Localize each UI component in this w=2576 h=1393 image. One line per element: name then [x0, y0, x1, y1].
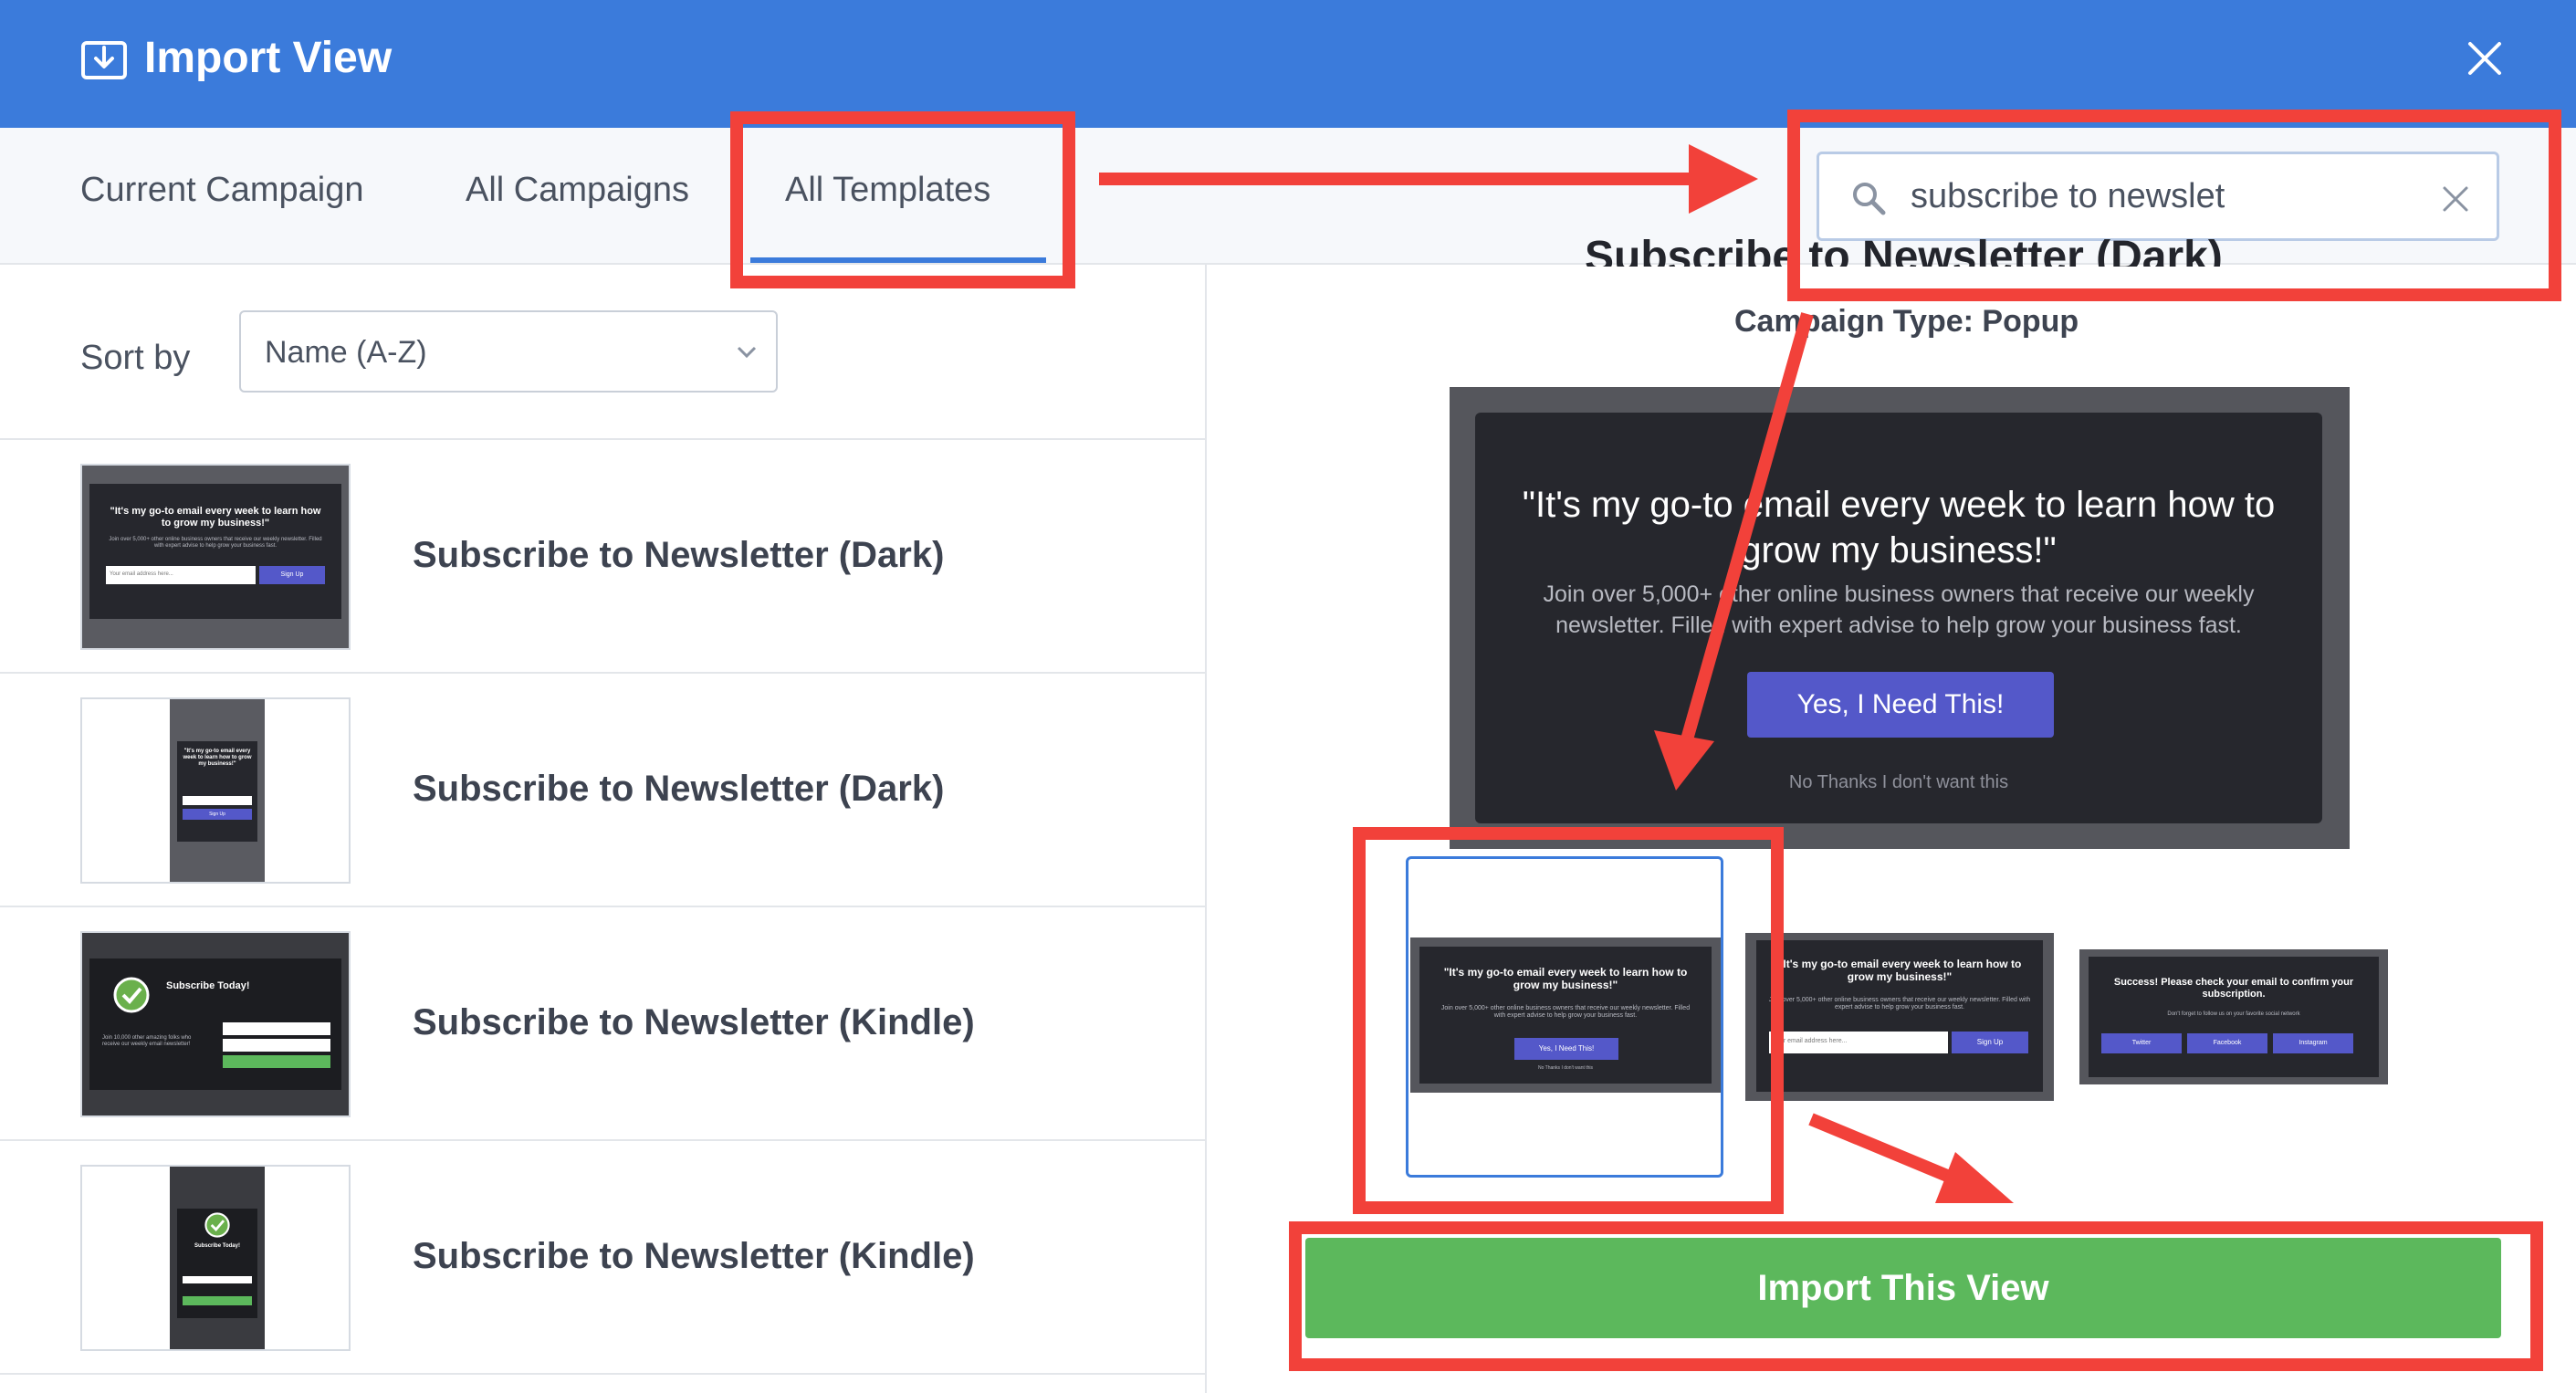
template-name: Subscribe to Newsletter (Kindle) [413, 1002, 975, 1042]
annotation-box [1787, 110, 2561, 301]
preview-no-thanks: No Thanks I don't want this [1788, 772, 2009, 792]
modal-header: Import View [0, 0, 2576, 128]
template-thumbnail: Subscribe Today! [80, 1165, 351, 1351]
preview-popup: "It's my go-to email every week to learn… [1450, 387, 2350, 849]
annotation-box [730, 111, 1075, 288]
template-thumbnail: "It's my go-to email every week to learn… [80, 464, 351, 650]
template-thumbnail: Subscribe Today! Join 10,000 other amazi… [80, 931, 351, 1117]
view-variant-2[interactable]: "It's my go-to email every week to learn… [1745, 933, 2054, 1101]
check-badge-icon [204, 1212, 230, 1238]
template-item[interactable]: "It's my go-to email every week to learn… [0, 440, 1207, 674]
preview-cta-button: Yes, I Need This! [1747, 672, 2054, 738]
close-icon[interactable] [2465, 38, 2505, 79]
sort-select[interactable]: Name (A-Z) [239, 310, 778, 393]
preview-quote: "It's my go-to email every week to learn… [1522, 485, 2276, 571]
template-name: Subscribe to Newsletter (Dark) [413, 769, 945, 809]
tab-all-campaigns[interactable]: All Campaigns [466, 164, 689, 215]
sort-selected-value: Name (A-Z) [265, 335, 427, 370]
template-name: Subscribe to Newsletter (Kindle) [413, 1236, 975, 1276]
chevron-down-icon [737, 346, 757, 359]
campaign-type-label: Campaign Type: Popup [1734, 304, 2079, 339]
check-badge-icon [113, 977, 150, 1013]
template-item[interactable]: Subscribe Today! Join 10,000 other amazi… [0, 907, 1207, 1141]
tab-current-campaign[interactable]: Current Campaign [80, 164, 363, 215]
template-name: Subscribe to Newsletter (Dark) [413, 535, 945, 575]
sort-label: Sort by [80, 339, 191, 377]
template-item[interactable]: "It's my go-to email every week to learn… [0, 674, 1207, 907]
template-thumbnail: "It's my go-to email every week to learn… [80, 697, 351, 884]
import-tray-icon [81, 41, 127, 79]
template-list-panel: Sort by Name (A-Z) "It's my go-to email … [0, 265, 1207, 1393]
annotation-box [1289, 1221, 2543, 1371]
modal-title: Import View [144, 34, 393, 82]
preview-popup-body: "It's my go-to email every week to learn… [1475, 413, 2322, 823]
preview-description: Join over 5,000+ other online business o… [1543, 581, 2255, 638]
annotation-box [1353, 827, 1784, 1214]
template-item[interactable]: Subscribe Today! Subscribe to Newsletter… [0, 1141, 1207, 1375]
view-variant-3[interactable]: Success! Please check your email to conf… [2079, 949, 2388, 1084]
